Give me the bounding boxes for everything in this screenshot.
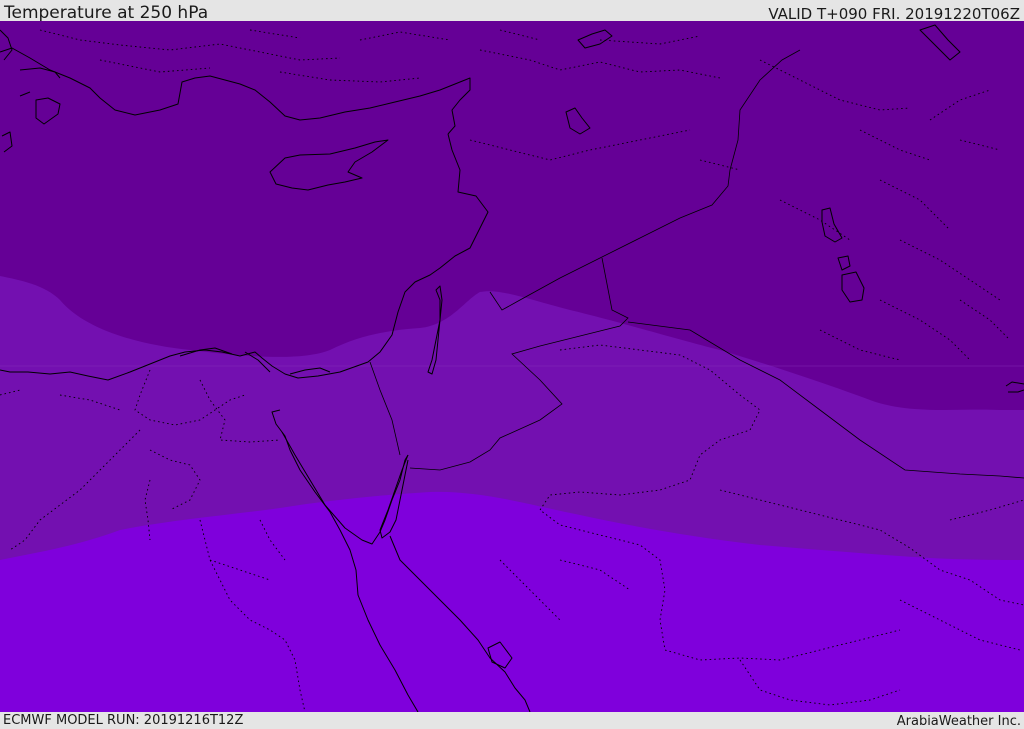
map-canvas[interactable]: [0, 21, 1024, 712]
footer-bar: ECMWF MODEL RUN: 20191216T12Z ArabiaWeat…: [0, 712, 1024, 729]
temperature-map: [0, 21, 1024, 712]
map-frame: Temperature at 250 hPa VALID T+090 FRI. …: [0, 0, 1024, 729]
header-bar: Temperature at 250 hPa VALID T+090 FRI. …: [0, 0, 1024, 23]
brand-label: ArabiaWeather Inc.: [896, 714, 1021, 729]
model-run-label: ECMWF MODEL RUN: 20191216T12Z: [3, 713, 244, 728]
